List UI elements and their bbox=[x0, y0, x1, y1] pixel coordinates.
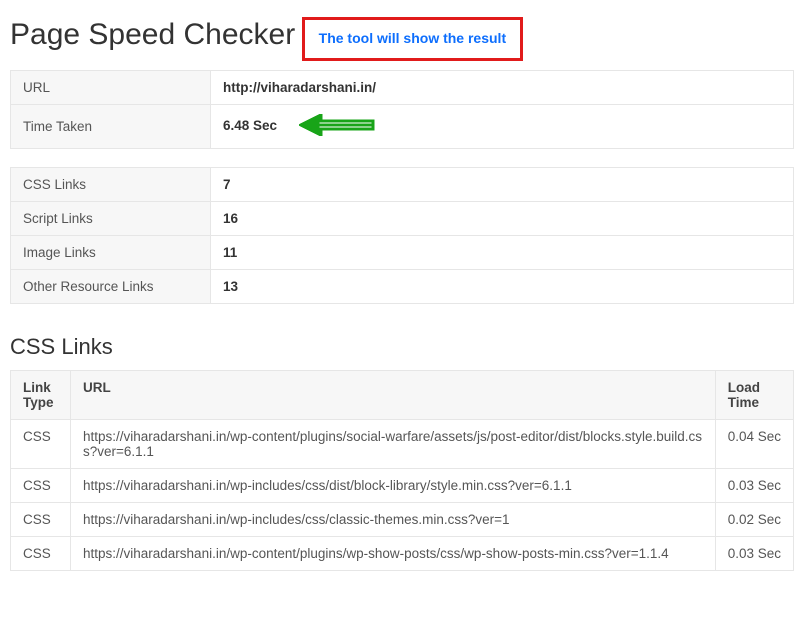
counts-other-value: 13 bbox=[211, 270, 794, 304]
cell-load-time: 0.03 Sec bbox=[715, 537, 793, 571]
cell-link-type: CSS bbox=[11, 537, 71, 571]
col-header-url: URL bbox=[71, 371, 716, 420]
counts-css-value: 7 bbox=[211, 168, 794, 202]
cell-load-time: 0.02 Sec bbox=[715, 503, 793, 537]
table-row: Time Taken 6.48 Sec bbox=[11, 105, 794, 149]
cell-link-type: CSS bbox=[11, 469, 71, 503]
table-row: Script Links 16 bbox=[11, 202, 794, 236]
col-header-link-type: Link Type bbox=[11, 371, 71, 420]
counts-image-label: Image Links bbox=[11, 236, 211, 270]
col-header-load-time: Load Time bbox=[715, 371, 793, 420]
cell-url: https://viharadarshani.in/wp-content/plu… bbox=[71, 537, 716, 571]
cell-url: https://viharadarshani.in/wp-includes/cs… bbox=[71, 469, 716, 503]
table-row: URL http://viharadarshani.in/ bbox=[11, 71, 794, 105]
cell-link-type: CSS bbox=[11, 420, 71, 469]
cell-url: https://viharadarshani.in/wp-includes/cs… bbox=[71, 503, 716, 537]
summary-time-text: 6.48 Sec bbox=[223, 118, 277, 133]
table-row: CSS https://viharadarshani.in/wp-include… bbox=[11, 469, 794, 503]
summary-url-value: http://viharadarshani.in/ bbox=[211, 71, 794, 105]
cell-load-time: 0.03 Sec bbox=[715, 469, 793, 503]
page-title: Page Speed Checker bbox=[10, 18, 295, 52]
counts-script-value: 16 bbox=[211, 202, 794, 236]
counts-css-label: CSS Links bbox=[11, 168, 211, 202]
table-row: CSS https://viharadarshani.in/wp-include… bbox=[11, 503, 794, 537]
counts-other-label: Other Resource Links bbox=[11, 270, 211, 304]
result-tip-box: The tool will show the result bbox=[302, 17, 523, 61]
css-links-heading: CSS Links bbox=[10, 334, 794, 360]
table-header-row: Link Type URL Load Time bbox=[11, 371, 794, 420]
table-row: Image Links 11 bbox=[11, 236, 794, 270]
summary-url-label: URL bbox=[11, 71, 211, 105]
cell-load-time: 0.04 Sec bbox=[715, 420, 793, 469]
summary-table: URL http://viharadarshani.in/ Time Taken… bbox=[10, 70, 794, 149]
title-row: Page Speed Checker The tool will show th… bbox=[10, 8, 794, 70]
arrow-left-icon bbox=[299, 114, 377, 139]
summary-time-label: Time Taken bbox=[11, 105, 211, 149]
cell-link-type: CSS bbox=[11, 503, 71, 537]
counts-image-value: 11 bbox=[211, 236, 794, 270]
result-tip-text: The tool will show the result bbox=[319, 30, 506, 46]
counts-table: CSS Links 7 Script Links 16 Image Links … bbox=[10, 167, 794, 304]
summary-time-value: 6.48 Sec bbox=[211, 105, 794, 149]
table-row: CSS https://viharadarshani.in/wp-content… bbox=[11, 537, 794, 571]
table-row: CSS Links 7 bbox=[11, 168, 794, 202]
cell-url: https://viharadarshani.in/wp-content/plu… bbox=[71, 420, 716, 469]
css-links-table: Link Type URL Load Time CSS https://viha… bbox=[10, 370, 794, 571]
counts-script-label: Script Links bbox=[11, 202, 211, 236]
table-row: Other Resource Links 13 bbox=[11, 270, 794, 304]
table-row: CSS https://viharadarshani.in/wp-content… bbox=[11, 420, 794, 469]
